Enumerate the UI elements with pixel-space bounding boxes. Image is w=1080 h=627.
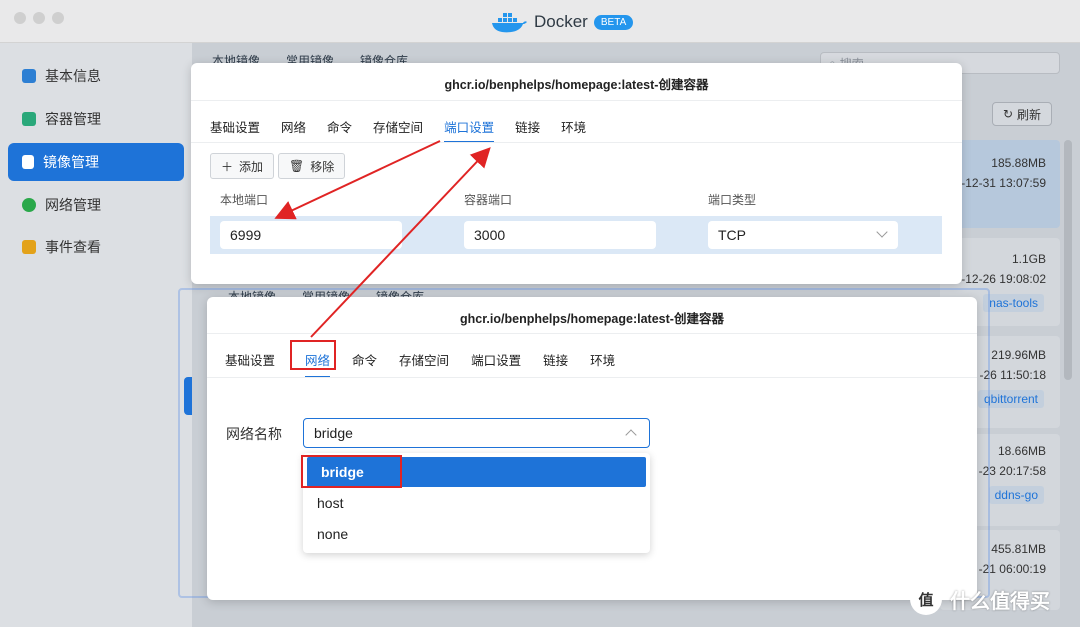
arrow-to-local-port [274, 140, 441, 220]
arrow-to-port-tab [310, 147, 491, 338]
annotation-arrows [274, 140, 491, 338]
watermark-text: 什么值得买 [950, 590, 1050, 613]
watermark-logo: 值 [910, 583, 942, 615]
watermark: 值 什么值得买 [910, 583, 1050, 615]
